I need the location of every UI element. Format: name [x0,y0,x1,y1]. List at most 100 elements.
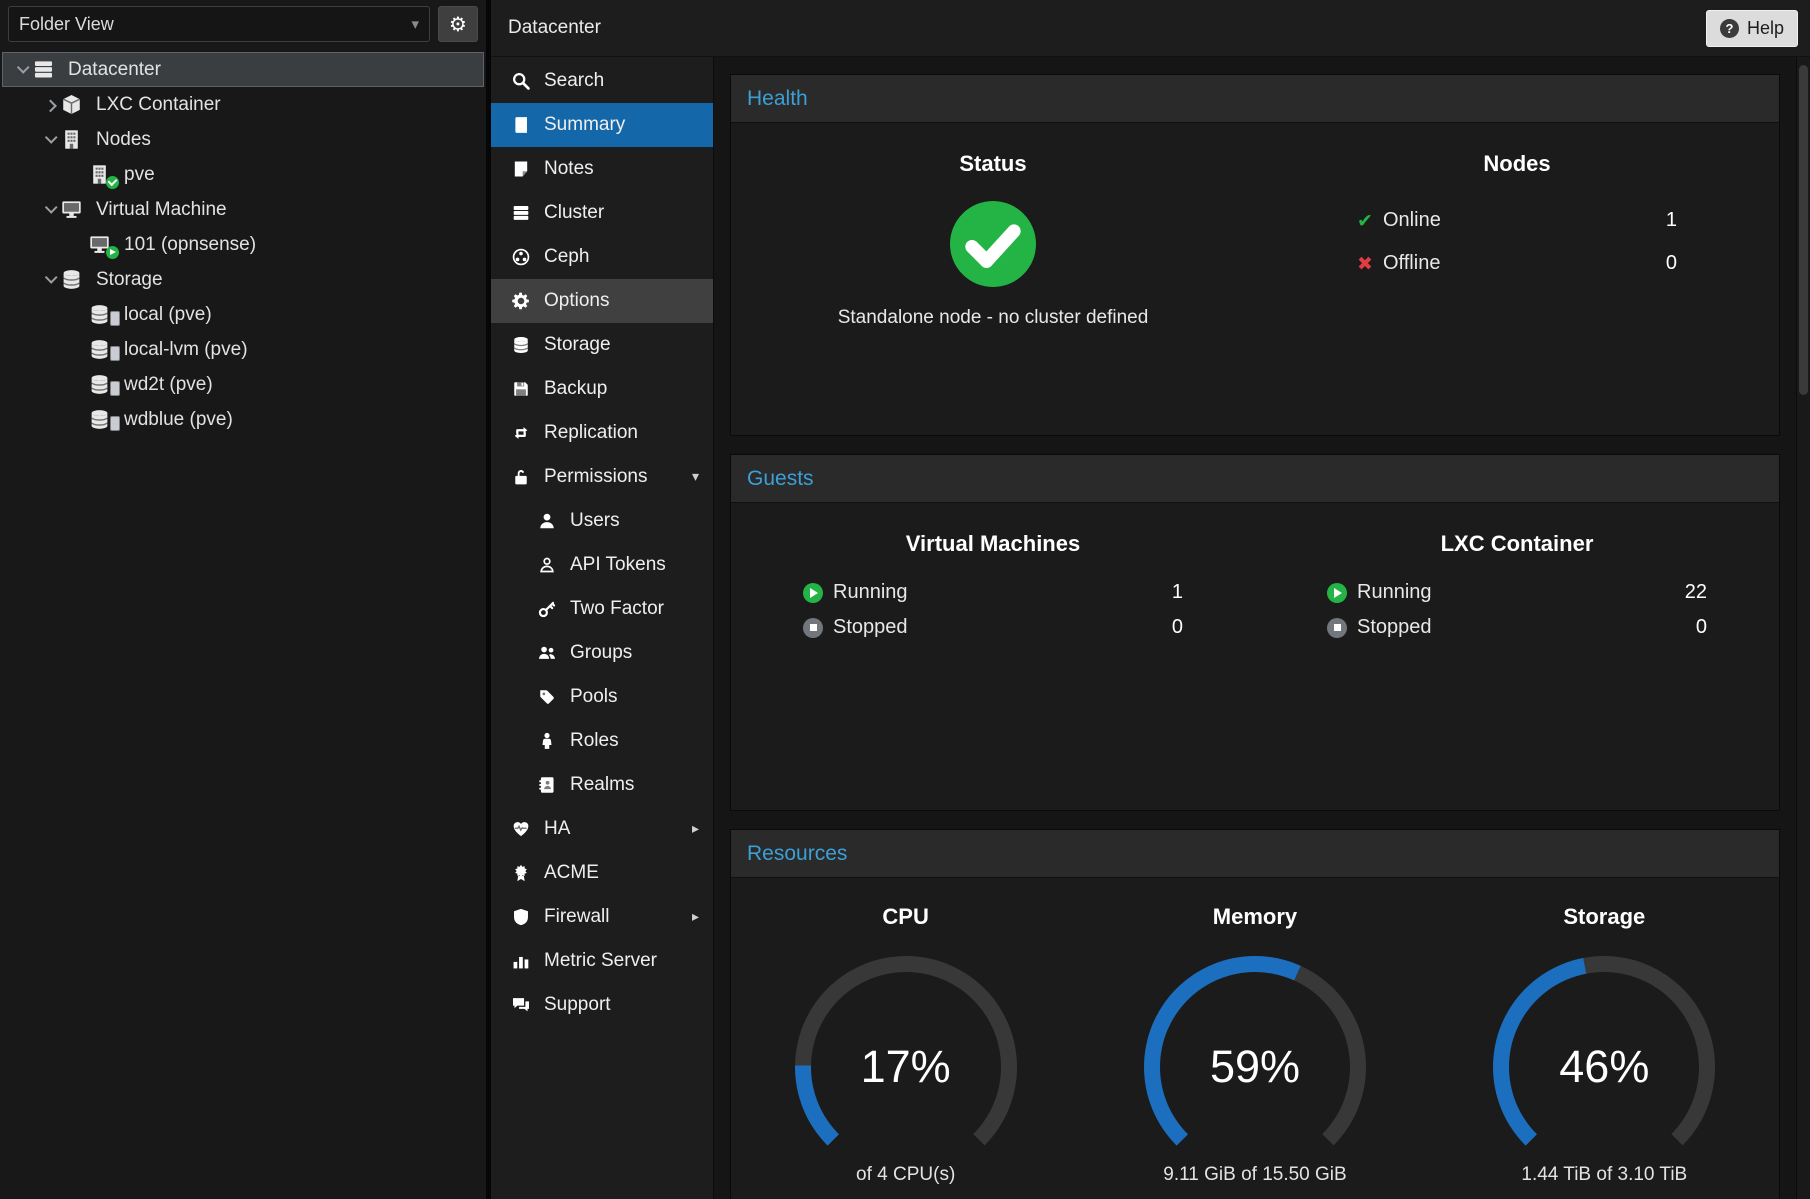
gauge-storage: Storage46%1.44 TiB of 3.10 TiB [1493,904,1715,1199]
menu-item-label: Firewall [544,906,609,928]
stop-circle-icon [803,618,823,638]
tree-item-local-lvm-pve[interactable]: local-lvm (pve) [2,332,484,367]
users-icon [535,644,559,662]
menu-item-storage[interactable]: Storage [491,323,713,367]
menu-item-label: API Tokens [570,554,666,576]
tree-item-lxc-container[interactable]: LXC Container [2,87,484,122]
expander-right-icon[interactable] [39,100,61,109]
drive-badge [110,381,120,396]
drive-badge [110,311,120,326]
tree-item-nodes[interactable]: Nodes [2,122,484,157]
expander-down-icon[interactable] [39,135,61,144]
guest-row-virtual-machines-running: Running1 [803,575,1183,610]
menu-item-two-factor[interactable]: Two Factor [491,587,713,631]
certificate-icon [509,864,533,882]
menu-item-backup[interactable]: Backup [491,367,713,411]
guests-panel-title: Guests [747,467,814,491]
view-selector[interactable]: Folder View ▾ [8,6,430,42]
node-row-online: ✔Online1 [1357,199,1677,242]
tree-item-label: local (pve) [124,304,212,326]
check-icon: ✔ [1357,210,1383,232]
guests-panel-header: Guests [731,455,1779,503]
menu-item-acme[interactable]: ACME [491,851,713,895]
play-circle-icon [1327,583,1347,603]
guest-rows: Running1Stopped0 [803,575,1183,645]
menu-item-notes[interactable]: Notes [491,147,713,191]
resource-gauges: CPU17%of 4 CPU(s)Memory59%9.11 GiB of 15… [731,878,1779,1199]
resource-tree: DatacenterLXC ContainerNodespve Virtual M… [0,48,486,437]
vertical-scrollbar[interactable] [1796,57,1810,1199]
replication-icon [509,424,533,442]
gauge-percent: 46% [1493,956,1715,1178]
server-icon [33,59,59,81]
resources-panel-title: Resources [747,842,847,866]
node-row-value: 0 [1666,252,1677,275]
tree-item-datacenter[interactable]: Datacenter [2,52,484,87]
key-icon [535,600,559,618]
tree-settings-button[interactable]: ⚙ [438,6,478,42]
menu-item-options[interactable]: Options [491,279,713,323]
help-button[interactable]: ? Help [1706,10,1798,47]
node-row-label: Offline [1383,252,1440,275]
menu-item-label: Groups [570,642,632,664]
desktop-icon [61,199,87,221]
menu-item-realms[interactable]: Realms [491,763,713,807]
menu-item-label: Options [544,290,609,312]
menu-item-search[interactable]: Search [491,59,713,103]
menu-item-label: Replication [544,422,638,444]
status-message: Standalone node - no cluster defined [731,307,1255,329]
gauge-percent: 59% [1144,956,1366,1178]
menu-item-support[interactable]: Support [491,983,713,1027]
tree-item-label: wdblue (pve) [124,409,233,431]
menu-item-replication[interactable]: Replication [491,411,713,455]
menu-item-label: Cluster [544,202,604,224]
tree-item-local-pve[interactable]: local (pve) [2,297,484,332]
menu-item-summary[interactable]: Summary [491,103,713,147]
menu-item-label: HA [544,818,570,840]
right-region: Datacenter ? Help Search Summary Notes Clus… [491,0,1810,1199]
menu-item-firewall[interactable]: Firewall ▸ [491,895,713,939]
menu-item-api-tokens[interactable]: API Tokens [491,543,713,587]
tree-item-101-opnsense[interactable]: 101 (opnsense) [2,227,484,262]
shield-icon [509,908,533,926]
menu-item-users[interactable]: Users [491,499,713,543]
tree-item-storage[interactable]: Storage [2,262,484,297]
tree-item-wdblue-pve[interactable]: wdblue (pve) [2,402,484,437]
person-icon [535,732,559,750]
section-menu: Search Summary Notes Cluster Ceph Options Stor… [491,57,714,1199]
chevron-right-icon: ▸ [692,909,703,925]
menu-item-ha[interactable]: HA▸ [491,807,713,851]
menu-item-label: Roles [570,730,619,752]
guest-column-lxc-container: LXC ContainerRunning22Stopped0 [1255,503,1779,645]
menu-item-roles[interactable]: Roles [491,719,713,763]
user-icon [535,512,559,530]
desktop-icon [89,234,115,256]
expander-down-icon[interactable] [39,205,61,214]
menu-item-ceph[interactable]: Ceph [491,235,713,279]
menu-item-permissions[interactable]: Permissions▾ [491,455,713,499]
page-title: Datacenter [508,17,601,39]
expander-down-icon[interactable] [11,65,33,74]
cross-icon: ✖ [1357,253,1383,275]
menu-item-cluster[interactable]: Cluster [491,191,713,235]
node-row-label: Online [1383,209,1441,232]
scrollbar-thumb[interactable] [1799,65,1808,395]
guest-row-label: Running [833,581,908,604]
question-icon: ? [1720,19,1739,38]
tree-item-virtual-machine[interactable]: Virtual Machine [2,192,484,227]
tree-item-wd2t-pve[interactable]: wd2t (pve) [2,367,484,402]
gear-icon: ⚙ [449,12,467,36]
guests-panel: Guests Virtual MachinesRunning1Stopped0L… [730,454,1780,811]
menu-item-label: Summary [544,114,625,136]
help-button-label: Help [1747,18,1784,39]
menu-item-groups[interactable]: Groups [491,631,713,675]
expander-down-icon[interactable] [39,275,61,284]
content-header: Datacenter ? Help [491,0,1810,57]
tree-item-pve[interactable]: pve [2,157,484,192]
menu-item-metric-server[interactable]: Metric Server [491,939,713,983]
tree-item-label: Virtual Machine [96,199,227,221]
menu-item-pools[interactable]: Pools [491,675,713,719]
ceph-icon [509,248,533,266]
gauge-arc: 59% [1144,956,1366,1178]
tree-item-label: local-lvm (pve) [124,339,248,361]
